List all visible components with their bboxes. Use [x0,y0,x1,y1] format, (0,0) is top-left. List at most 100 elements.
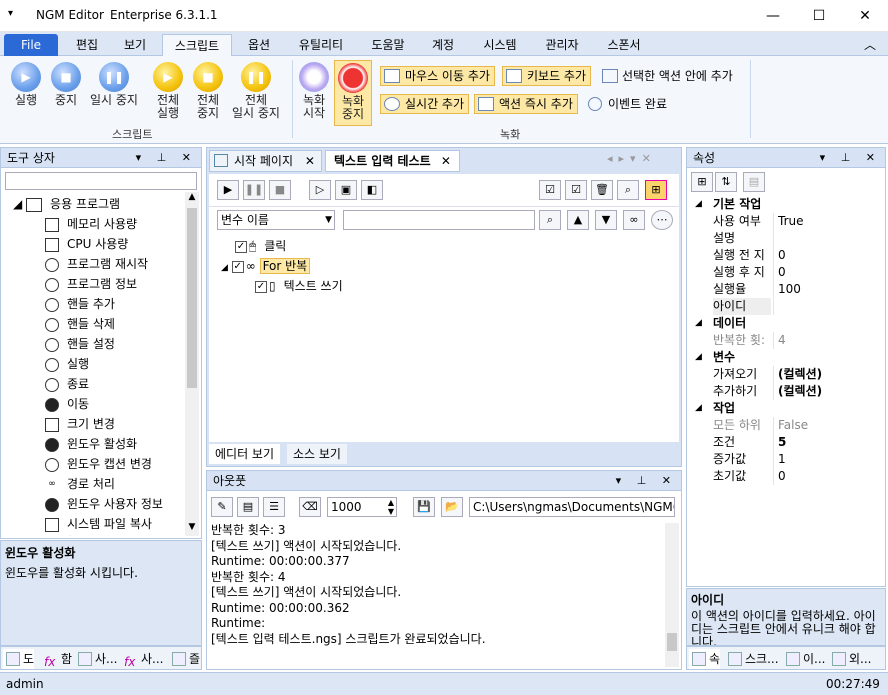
categorized-icon[interactable]: ⊞ [691,172,713,192]
close-button[interactable]: ✕ [842,0,888,32]
list-item[interactable]: 실행 [45,354,89,374]
property-row[interactable]: 설명 [689,230,875,247]
list-item[interactable]: 프로그램 정보 [45,274,137,294]
stop-all-button[interactable]: ■ 전체 중지 [190,62,226,120]
scroll-thumb[interactable] [667,633,677,651]
list-item[interactable]: 크기 변경 [45,414,115,434]
document-icon[interactable]: ▤ [237,497,259,517]
property-row[interactable]: 조건 5 [689,434,875,451]
add-action-now-button[interactable]: 액션 즉시 추가 [474,94,578,114]
checkbox[interactable]: ✓ [235,240,247,253]
list-item[interactable]: 시스템 파일 복사 [45,514,152,534]
pause-icon[interactable]: ❚❚ [243,180,265,200]
property-row[interactable]: 사용 여부 True [689,213,875,230]
variable-search-input[interactable] [343,210,535,230]
tab-properties[interactable]: 속 [689,649,721,669]
stop-icon[interactable]: ■ [269,180,291,200]
property-row[interactable]: 실행 전 지0 [689,247,875,264]
log-path-input[interactable]: C:\Users\ngmas\Documents\NGM6\ [469,497,675,517]
search-icon[interactable]: ⌕ [617,180,639,200]
tab-toolbox[interactable]: 도 [3,649,35,669]
variable-select[interactable]: 변수 이름 ▼ [217,210,335,230]
list-item[interactable]: 핸들 삭제 [45,314,115,334]
property-pages-icon[interactable]: ▤ [743,172,765,192]
check-icon[interactable]: ☑ [565,180,587,200]
category-basic[interactable]: ◢ 기본 작업 [689,196,875,213]
tab-external-api[interactable]: 외... [829,649,871,669]
checkbox[interactable]: ✓ [255,280,267,293]
more-icon[interactable]: ⋯ [651,210,673,230]
tab-scripts[interactable]: 스크... [725,649,779,669]
category-task[interactable]: ◢ 작업 [689,400,875,417]
run-from-icon[interactable]: ◧ [361,180,383,200]
tab-images[interactable]: 이... [783,649,825,669]
action-text-write[interactable]: ✓ ▯ 텍스트 쓰기 [255,276,343,296]
add-keyboard-button[interactable]: 키보드 추가 [502,66,592,86]
expand-icon[interactable]: ◢ [221,263,228,273]
list-item[interactable]: 메모리 사용량 [45,214,137,234]
tree-root-condition[interactable]: ▷ 조건 [13,532,72,536]
tab-text-input-test[interactable]: 텍스트 입력 테스트 ✕ [325,150,460,172]
list-item[interactable]: 핸들 설정 [45,334,115,354]
property-row[interactable]: 추가하기 (컬렉션) [689,383,875,400]
add-inside-selected-button[interactable]: 선택한 액션 안에 추가 [600,66,733,86]
list-item[interactable]: 이동 [45,394,89,414]
stepper-arrows-icon[interactable]: ▲ ▼ [388,498,394,516]
record-stop-button[interactable]: 녹화 중지 [334,60,372,126]
tab-source-view[interactable]: 소스 보기 [287,444,347,464]
list-item[interactable]: CPU 사용량 [45,234,128,254]
scroll-up-icon[interactable]: ▲ [185,192,199,206]
property-row[interactable]: 반복한 횟: 4 [689,332,875,349]
list-item[interactable]: 프로그램 재시작 [45,254,148,274]
category-data[interactable]: ◢ 데이터 [689,315,875,332]
sort-az-icon[interactable]: ⇅ [715,172,737,192]
list-item[interactable]: 종료 [45,374,89,394]
tab-editor-view[interactable]: 에디터 보기 [209,444,281,464]
checkbox[interactable]: ✓ [231,260,244,273]
run-icon[interactable]: ▶ [217,180,239,200]
tree-view-icon[interactable]: ⊞ [645,180,667,200]
minimize-button[interactable]: — [750,0,796,32]
tab-system[interactable]: 시스템 [472,34,528,56]
action-for-loop[interactable]: ◢ ✓ ∞ For 반복 [221,256,311,276]
loop-icon[interactable]: ∞ [623,210,645,230]
toolbox-scrollbar[interactable]: ▲ ▼ [185,192,199,536]
list-item[interactable]: 윈도우 캡션 변경 [45,454,152,474]
tab-utility[interactable]: 유틸리티 [288,34,354,56]
tab-functions[interactable]: fx 함 [41,649,72,669]
check-all-icon[interactable]: ☑ [539,180,561,200]
toolbox-search-input[interactable] [5,172,197,190]
tab-account[interactable]: 계정 [420,34,466,56]
event-complete-button[interactable]: 이벤트 완료 [586,94,667,114]
tab-start-page[interactable]: 시작 페이지 ✕ [209,150,322,172]
tab-script[interactable]: 스크립트 [162,34,232,56]
property-row[interactable]: 실행 후 지0 [689,264,875,281]
step-icon[interactable]: ▷ [309,180,331,200]
pause-button[interactable]: ❚❚ 일시 중지 [86,62,142,107]
eraser-icon[interactable]: ⌫ [299,497,321,517]
tree-root-app[interactable]: ◢ 응용 프로그램 [13,194,120,214]
list-item[interactable]: ∞ 경로 처리 [45,474,115,494]
run-all-button[interactable]: ▶ 전체 실행 [150,62,186,120]
tab-file[interactable]: File [4,34,58,56]
tab-view[interactable]: 보기 [112,34,158,56]
stop-button[interactable]: ■ 중지 [48,62,84,107]
move-down-icon[interactable]: ▼ [595,210,617,230]
move-up-icon[interactable]: ▲ [567,210,589,230]
property-row-selected[interactable]: 아이디 [689,298,875,315]
tab-options[interactable]: 옵션 [236,34,282,56]
panel-controls[interactable]: ▾ ⊥ ✕ [616,471,677,491]
property-row[interactable]: 증가값 1 [689,451,875,468]
add-mouse-move-button[interactable]: 마우스 이동 추가 [380,66,495,86]
maximize-button[interactable]: ☐ [796,0,842,32]
panel-controls[interactable]: ▾ ⊥ ✕ [136,148,197,168]
tab-user-functions[interactable]: fx 사... [121,649,163,669]
tab-admin[interactable]: 관리자 [534,34,590,56]
list-item[interactable]: 윈도우 사용자 정보 [45,494,163,514]
output-scrollbar[interactable] [665,523,679,667]
pause-all-button[interactable]: ❚❚ 전체 일시 중지 [228,62,284,120]
add-realtime-button[interactable]: 실시간 추가 [380,94,470,114]
property-row[interactable]: 실행율 100 [689,281,875,298]
property-row[interactable]: 가져오기 (컬렉션) [689,366,875,383]
scroll-down-icon[interactable]: ▼ [185,522,199,536]
